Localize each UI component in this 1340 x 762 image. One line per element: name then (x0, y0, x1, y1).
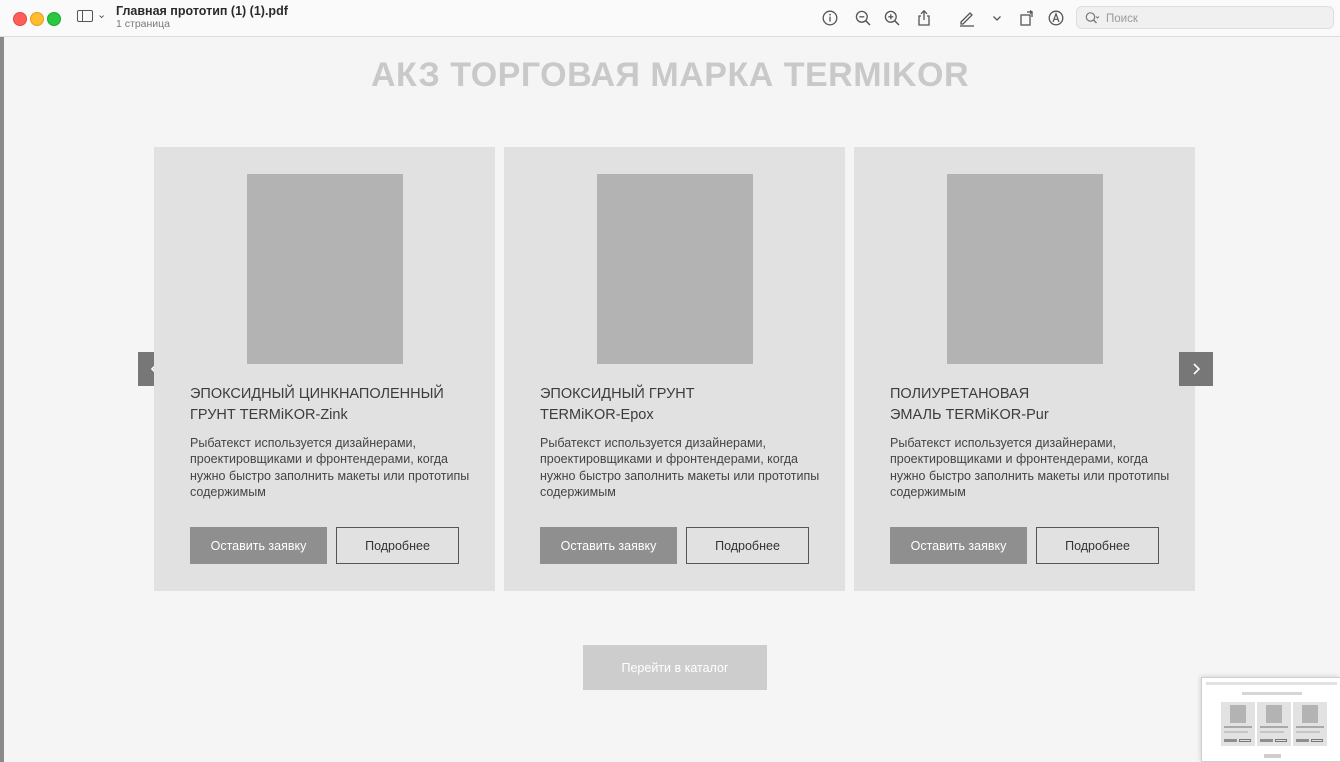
zoom-out-icon[interactable] (854, 9, 872, 27)
product-title: ПОЛИУРЕТАНОВАЯ ЭМАЛЬ TERMiKOR-Pur (890, 384, 1180, 426)
leave-request-button[interactable]: Оставить заявку (890, 527, 1027, 564)
product-title-line: TERMiKOR-Epox (540, 407, 654, 423)
window-titlebar: ⌄ Главная прототип (1) (1).pdf 1 страниц… (0, 0, 1340, 37)
product-description: Рыбатекст используется дизайнерами, прое… (190, 436, 470, 499)
more-details-button[interactable]: Подробнее (1036, 527, 1159, 564)
markup-options-chevron-icon[interactable] (988, 9, 1006, 27)
search-field[interactable] (1076, 6, 1334, 29)
product-card: ПОЛИУРЕТАНОВАЯ ЭМАЛЬ TERMiKOR-Pur Рыбате… (854, 147, 1195, 591)
search-input[interactable] (1104, 8, 1328, 29)
product-title: ЭПОКСИДНЫЙ ГРУНТ TERMiKOR-Epox (540, 384, 830, 426)
carousel-next-button[interactable] (1179, 352, 1213, 386)
markup-pen-icon[interactable] (958, 9, 976, 27)
product-image-placeholder (947, 174, 1103, 364)
product-description: Рыбатекст используется дизайнерами, прое… (540, 436, 820, 499)
product-image-placeholder (247, 174, 403, 364)
thumbnail-card (1293, 702, 1327, 746)
product-description: Рыбатекст используется дизайнерами, прое… (890, 436, 1170, 499)
document-left-edge (0, 37, 4, 762)
go-to-catalog-button[interactable]: Перейти в каталог (583, 645, 767, 690)
minimize-window-button[interactable] (30, 12, 44, 26)
zoom-in-icon[interactable] (883, 9, 901, 27)
thumbnail-card (1257, 702, 1291, 746)
product-title-line: ЭМАЛЬ TERMiKOR-Pur (890, 407, 1049, 423)
share-icon[interactable] (915, 9, 933, 27)
page-heading: АКЗ ТОРГОВАЯ МАРКА TERMIKOR (370, 56, 970, 94)
product-title-line: ПОЛИУРЕТАНОВАЯ (890, 386, 1030, 402)
annotate-icon[interactable] (1047, 9, 1065, 27)
zoom-window-button[interactable] (47, 12, 61, 26)
product-card: ЭПОКСИДНЫЙ ГРУНТ TERMiKOR-Epox Рыбатекст… (504, 147, 845, 591)
more-details-button[interactable]: Подробнее (336, 527, 459, 564)
sidebar-toggle-icon[interactable] (77, 10, 93, 22)
product-image-placeholder (597, 174, 753, 364)
chevron-down-icon[interactable]: ⌄ (97, 8, 106, 21)
close-window-button[interactable] (13, 12, 27, 26)
document-title: Главная прототип (1) (1).pdf (116, 4, 288, 18)
thumbnail-catalog-button (1264, 754, 1281, 758)
thumbnail-header (1206, 682, 1337, 685)
thumbnail-title (1242, 692, 1302, 695)
leave-request-button[interactable]: Оставить заявку (540, 527, 677, 564)
page-count: 1 страница (116, 18, 171, 30)
product-title-line: ГРУНТ TERMiKOR-Zink (190, 407, 348, 423)
page-thumbnail[interactable] (1201, 677, 1340, 762)
product-title: ЭПОКСИДНЫЙ ЦИНКНАПОЛЕННЫЙ ГРУНТ TERMiKOR… (190, 384, 480, 426)
more-details-button[interactable]: Подробнее (686, 527, 809, 564)
thumbnail-card (1221, 702, 1255, 746)
info-icon[interactable] (821, 9, 839, 27)
product-title-line: ЭПОКСИДНЫЙ ГРУНТ (540, 386, 695, 402)
leave-request-button[interactable]: Оставить заявку (190, 527, 327, 564)
rotate-icon[interactable] (1018, 9, 1036, 27)
chevron-right-icon (1193, 363, 1201, 375)
search-icon (1084, 10, 1100, 26)
product-card: ЭПОКСИДНЫЙ ЦИНКНАПОЛЕННЫЙ ГРУНТ TERMiKOR… (154, 147, 495, 591)
product-title-line: ЭПОКСИДНЫЙ ЦИНКНАПОЛЕННЫЙ (190, 386, 444, 402)
